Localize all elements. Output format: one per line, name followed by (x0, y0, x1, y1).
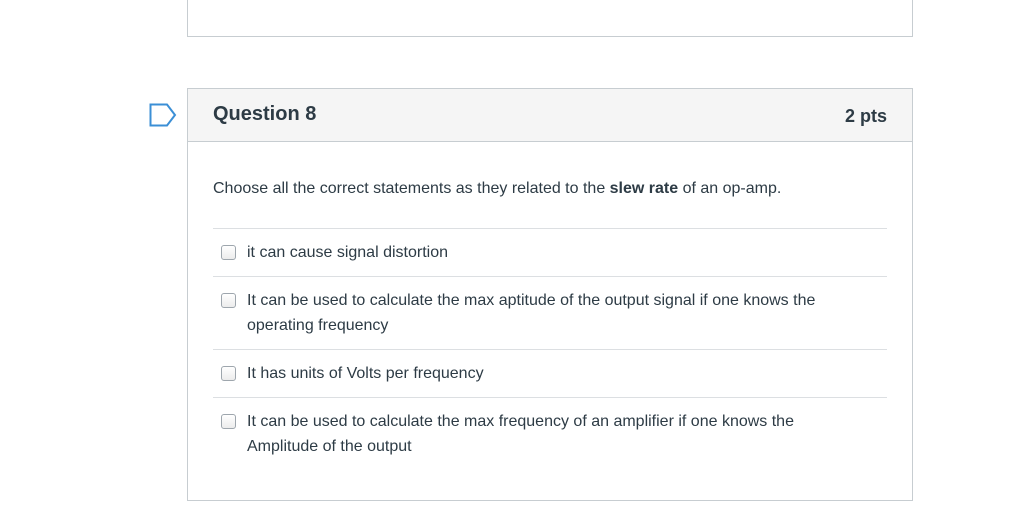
answer-list: it can cause signal distortion It can be… (213, 228, 887, 470)
question-card: Question 8 2 pts Choose all the correct … (187, 88, 913, 501)
answer-label[interactable]: It has units of Volts per frequency (247, 361, 484, 386)
answer-label[interactable]: It can be used to calculate the max freq… (247, 409, 867, 459)
answer-option[interactable]: It can be used to calculate the max freq… (213, 398, 887, 470)
quiz-page: Question 8 2 pts Choose all the correct … (0, 0, 1024, 530)
answer-checkbox[interactable] (221, 366, 236, 381)
flag-question-icon[interactable] (149, 103, 177, 127)
question-body: Choose all the correct statements as the… (188, 142, 912, 470)
question-text-end: of an op-amp. (678, 180, 782, 197)
answer-checkbox[interactable] (221, 245, 236, 260)
question-text-emphasis: slew rate (609, 180, 679, 197)
answer-label[interactable]: It can be used to calculate the max apti… (247, 288, 867, 338)
answer-checkbox[interactable] (221, 293, 236, 308)
question-title: Question 8 (213, 103, 317, 125)
question-text-start: Choose all the correct statements as the… (213, 180, 610, 197)
answer-option[interactable]: It has units of Volts per frequency (213, 350, 887, 398)
question-points: 2 pts (844, 106, 887, 126)
answer-label[interactable]: it can cause signal distortion (247, 240, 448, 265)
answer-option[interactable]: It can be used to calculate the max apti… (213, 277, 887, 350)
question-header: Question 8 2 pts (188, 89, 912, 142)
answer-checkbox[interactable] (221, 414, 236, 429)
previous-question-card (187, 0, 913, 37)
question-text: Choose all the correct statements as the… (213, 178, 887, 200)
answer-option[interactable]: it can cause signal distortion (213, 229, 887, 277)
